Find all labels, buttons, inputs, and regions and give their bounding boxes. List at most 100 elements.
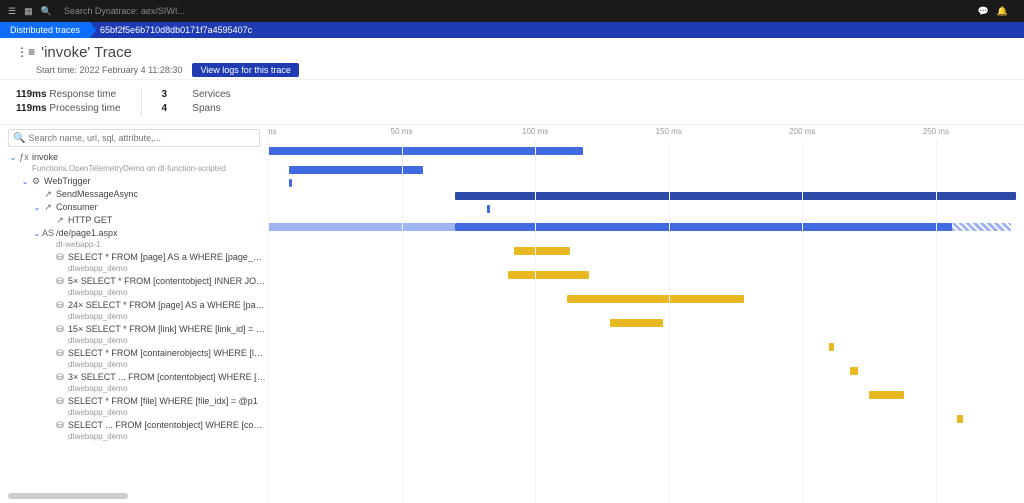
gantt-bar[interactable]: [850, 367, 858, 375]
span-type-icon: AS: [42, 228, 54, 239]
time-axis: 0 ms50 ms100 ms150 ms200 ms250 ms: [268, 125, 1024, 139]
gantt-row[interactable]: [268, 335, 1024, 359]
span-node[interactable]: ↗HTTP GET: [8, 214, 268, 227]
gantt-bar[interactable]: [610, 319, 663, 327]
axis-tick: 150 ms: [656, 127, 682, 136]
span-sublabel: dt-webapp-1: [56, 239, 118, 250]
gantt-bar[interactable]: [514, 247, 570, 255]
span-label: 24× SELECT * FROM [page] AS a WHERE [pag…: [68, 300, 266, 311]
view-logs-button[interactable]: View logs for this trace: [192, 63, 298, 77]
breadcrumb: Distributed traces 65bf2f5e6b710d8db0171…: [0, 22, 1024, 38]
gantt-bar[interactable]: [289, 179, 292, 187]
caret-icon[interactable]: ⌄: [20, 176, 30, 187]
gantt-panel: 0 ms50 ms100 ms150 ms200 ms250 ms Server…: [268, 125, 1024, 503]
breadcrumb-root[interactable]: Distributed traces: [0, 22, 90, 38]
gantt-row[interactable]: [268, 215, 1024, 239]
span-node[interactable]: ⌄AS/de/page1.aspxdt-webapp-1: [8, 227, 268, 251]
span-node[interactable]: ⛁15× SELECT * FROM [link] WHERE [link_id…: [8, 323, 268, 347]
span-label: SELECT * FROM [containerobjects] WHERE […: [68, 348, 266, 359]
span-type-icon: ⛁: [54, 252, 66, 263]
span-sublabel: dtwebapp_demo: [68, 287, 266, 298]
gantt-row[interactable]: [268, 176, 1024, 189]
response-time-value: 119ms: [16, 88, 47, 102]
gantt-row[interactable]: [268, 163, 1024, 176]
gantt-bar[interactable]: [952, 223, 1011, 231]
gantt-row[interactable]: [268, 263, 1024, 287]
span-node[interactable]: ⛁3× SELECT ... FROM [contentobject] WHER…: [8, 371, 268, 395]
span-type-icon: ⛁: [54, 276, 66, 287]
caret-icon[interactable]: ⌄: [32, 228, 42, 239]
span-type-icon: ƒx: [18, 152, 30, 163]
span-type-icon: ↗: [54, 215, 66, 226]
gantt-bar[interactable]: [268, 223, 455, 231]
span-label: SendMessageAsync: [56, 189, 138, 200]
gantt-bar[interactable]: [957, 415, 962, 423]
span-node[interactable]: ⌄⚙WebTrigger: [8, 175, 268, 188]
gantt-row[interactable]: [268, 383, 1024, 407]
gantt-bar[interactable]: [508, 271, 588, 279]
gantt-row[interactable]: [268, 407, 1024, 431]
menu-icon[interactable]: ☰: [8, 6, 16, 17]
gantt-bar[interactable]: [869, 391, 904, 399]
span-node[interactable]: ⛁SELECT * FROM [containerobjects] WHERE …: [8, 347, 268, 371]
axis-tick: 0 ms: [268, 127, 277, 136]
notifications-icon[interactable]: 🔔: [997, 6, 1008, 17]
gantt-row[interactable]: [268, 202, 1024, 215]
caret-icon[interactable]: ⌄: [32, 202, 42, 213]
span-label: invoke: [32, 152, 226, 163]
span-tree: ⌄ƒxinvokeFunctions.OpenTelemetryDemo on …: [8, 151, 268, 443]
span-label: Consumer: [56, 202, 98, 213]
gantt-row[interactable]: [268, 287, 1024, 311]
gantt-row[interactable]: [268, 359, 1024, 383]
span-label: 15× SELECT * FROM [link] WHERE [link_id]…: [68, 324, 266, 335]
global-search-placeholder[interactable]: Search Dynatrace: aex/SIWI...: [64, 6, 185, 16]
gantt-row[interactable]: [268, 189, 1024, 202]
span-type-icon: ⛁: [54, 348, 66, 359]
span-node[interactable]: ⛁24× SELECT * FROM [page] AS a WHERE [pa…: [8, 299, 268, 323]
gantt-bar[interactable]: [829, 343, 834, 351]
gantt-bar[interactable]: [455, 192, 1016, 200]
gantt-bar[interactable]: [455, 223, 952, 231]
dashboard-icon[interactable]: ▦: [24, 6, 33, 17]
chat-icon[interactable]: 💬: [978, 6, 989, 17]
global-topbar: ☰ ▦ 🔍 Search Dynatrace: aex/SIWI... 💬 🔔: [0, 0, 1024, 22]
page-title: 'invoke' Trace: [41, 44, 132, 61]
trace-body: 🔍 ⌄ƒxinvokeFunctions.OpenTelemetryDemo o…: [0, 125, 1024, 503]
span-node[interactable]: ⛁5× SELECT * FROM [contentobject] INNER …: [8, 275, 268, 299]
span-node[interactable]: ⛁SELECT ... FROM [contentobject] WHERE […: [8, 419, 268, 443]
axis-tick: 50 ms: [391, 127, 413, 136]
span-sublabel: dtwebapp_demo: [68, 335, 266, 346]
tree-scrollbar[interactable]: [8, 493, 268, 503]
services-label: Services: [192, 89, 230, 100]
span-search-input[interactable]: [28, 133, 255, 143]
span-label: 3× SELECT ... FROM [contentobject] WHERE…: [68, 372, 266, 383]
gantt-row[interactable]: [268, 239, 1024, 263]
breadcrumb-trace[interactable]: 65bf2f5e6b710d8db0171f7a4595407c: [90, 22, 262, 38]
axis-tick: 250 ms: [923, 127, 949, 136]
span-node[interactable]: ⛁SELECT * FROM [page] AS a WHERE [page_s…: [8, 251, 268, 275]
search-icon: 🔍: [13, 133, 25, 144]
axis-tick: 200 ms: [789, 127, 815, 136]
gantt-bar[interactable]: [487, 205, 490, 213]
gantt-row[interactable]: [268, 311, 1024, 335]
span-node[interactable]: ↗SendMessageAsync: [8, 188, 268, 201]
span-search[interactable]: 🔍: [8, 129, 260, 147]
span-type-icon: ⛁: [54, 300, 66, 311]
span-node[interactable]: ⛁SELECT * FROM [file] WHERE [file_idx] =…: [8, 395, 268, 419]
gantt-rows: [268, 139, 1024, 431]
span-type-icon: ↗: [42, 189, 54, 200]
gantt-bar[interactable]: [289, 166, 423, 174]
caret-icon[interactable]: ⌄: [8, 152, 18, 163]
span-sublabel: dtwebapp_demo: [68, 383, 266, 394]
span-label: HTTP GET: [68, 215, 112, 226]
span-node[interactable]: ⌄↗Consumer: [8, 201, 268, 214]
start-time-value: 2022 February 4 11:28:30: [80, 65, 183, 75]
span-sublabel: dtwebapp_demo: [68, 359, 266, 370]
gantt-row[interactable]: [268, 139, 1024, 163]
processing-time-value: 119ms: [16, 102, 47, 116]
gantt-bar[interactable]: [567, 295, 743, 303]
search-icon[interactable]: 🔍: [41, 6, 52, 17]
span-type-icon: ⛁: [54, 324, 66, 335]
span-sublabel: dtwebapp_demo: [68, 311, 266, 322]
span-node[interactable]: ⌄ƒxinvokeFunctions.OpenTelemetryDemo on …: [8, 151, 268, 175]
